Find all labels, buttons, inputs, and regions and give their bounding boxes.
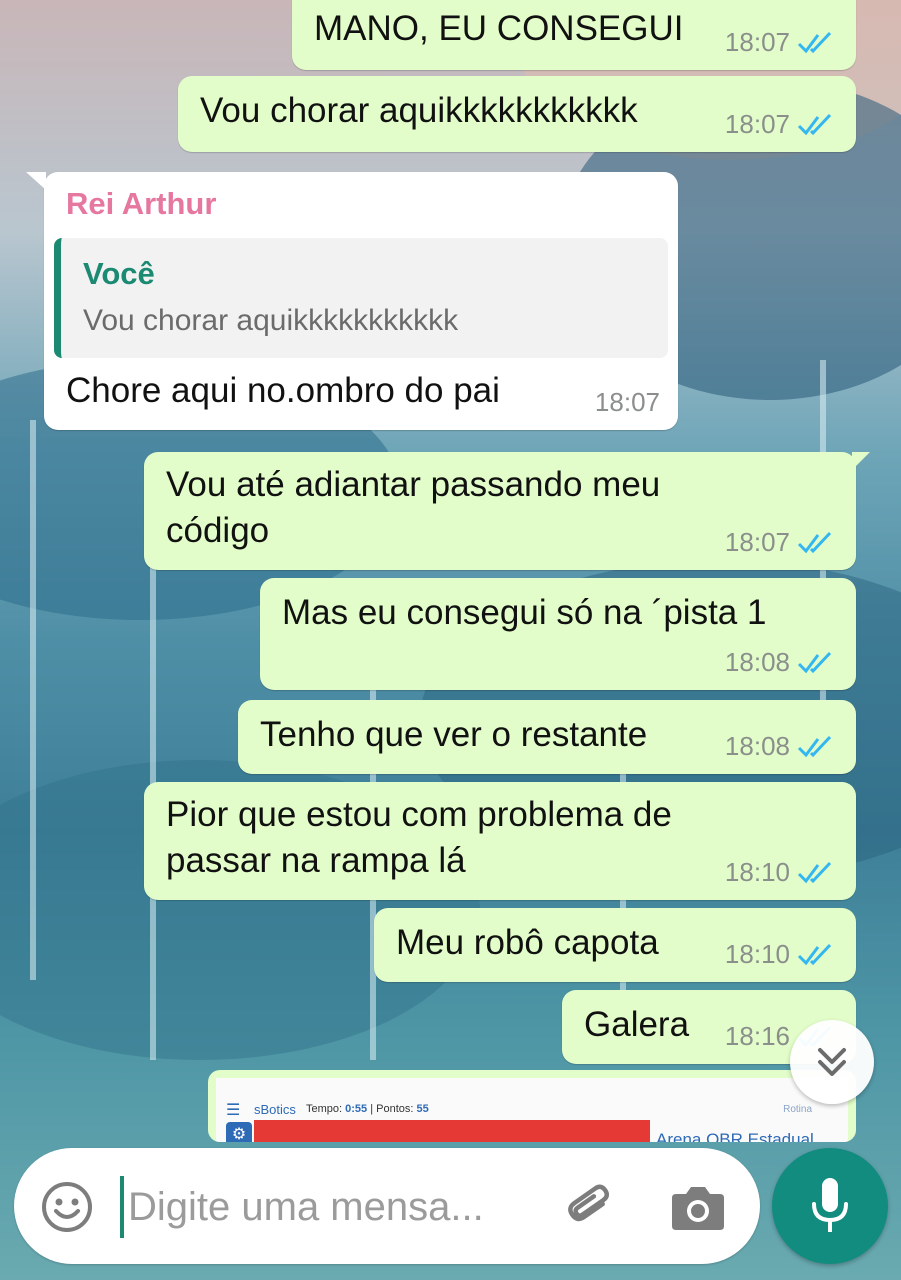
sender-name: Rei Arthur	[66, 186, 217, 221]
quoted-author: Você	[83, 256, 155, 291]
preview-rotina: Rotina	[783, 1104, 812, 1115]
text-cursor	[120, 1176, 124, 1238]
preview-app-name: sBotics	[254, 1102, 296, 1117]
double-check-icon	[797, 735, 832, 757]
message-input[interactable]	[128, 1176, 548, 1238]
double-check-icon	[797, 531, 832, 553]
incoming-message[interactable]: Rei Arthur Você Vou chorar aquikkkkkkkkk…	[26, 172, 678, 430]
message-text: MANO, EU CONSEGUI	[314, 9, 684, 48]
outgoing-message[interactable]: MANO, EU CONSEGUI 18:07	[292, 0, 856, 70]
message-text: Galera	[584, 1005, 690, 1044]
message-time: 18:10	[724, 939, 790, 969]
double-check-icon	[797, 31, 832, 53]
message-time: 18:07	[594, 387, 660, 417]
scroll-to-bottom-button[interactable]	[790, 1020, 874, 1104]
message-time: 18:10	[724, 857, 790, 887]
message-text: Tenho que ver o restante	[260, 715, 648, 754]
message-text: Vou chorar aquikkkkkkkkkkk	[200, 91, 638, 130]
outgoing-message[interactable]: Pior que estou com problema de passar na…	[144, 782, 856, 900]
chevron-double-down-icon	[818, 1048, 846, 1076]
outgoing-message[interactable]: Mas eu consegui só na ´pista 1 18:08	[260, 578, 856, 690]
message-text: Mas eu consegui só na ´pista 1	[282, 593, 767, 632]
preview-stage: Arena OBR Estadual	[656, 1130, 814, 1142]
message-text: Chore aqui no.ombro do pai	[66, 371, 500, 410]
outgoing-message[interactable]: Vou até adiantar passando meu código 18:…	[144, 452, 870, 570]
paperclip-icon[interactable]	[562, 1178, 620, 1236]
voice-record-button[interactable]	[772, 1148, 888, 1264]
outgoing-message[interactable]: Tenho que ver o restante 18:08	[238, 700, 856, 774]
message-text-line: código	[166, 511, 270, 550]
quoted-text: Vou chorar aquikkkkkkkkkkk	[83, 304, 459, 337]
message-time: 18:07	[724, 527, 790, 557]
message-time: 18:07	[724, 27, 790, 57]
screenshot-thumbnail: ☰ sBotics Tempo: 0:55 | Pontos: 55 Rotin…	[216, 1078, 848, 1142]
message-time: 18:08	[724, 647, 790, 677]
message-time: 18:08	[724, 731, 790, 761]
message-time: 18:07	[724, 109, 790, 139]
gear-icon: ⚙	[226, 1122, 252, 1142]
emoji-icon[interactable]	[40, 1180, 94, 1234]
preview-stats: Tempo: 0:55 | Pontos: 55	[306, 1103, 429, 1115]
message-text-line: Vou até adiantar passando meu	[166, 465, 661, 504]
outgoing-message[interactable]: Vou chorar aquikkkkkkkkkkk 18:07	[178, 76, 856, 152]
double-check-icon	[797, 861, 832, 883]
message-text-line: Pior que estou com problema de	[166, 795, 672, 834]
message-text-line: passar na rampa lá	[166, 841, 466, 880]
message-time: 18:16	[724, 1021, 790, 1051]
double-check-icon	[797, 651, 832, 673]
microphone-icon	[812, 1178, 848, 1232]
double-check-icon	[797, 113, 832, 135]
outgoing-message[interactable]: Meu robô capota 18:10	[374, 908, 856, 982]
menu-icon: ☰	[226, 1102, 241, 1119]
message-composer	[14, 1148, 760, 1264]
message-text: Meu robô capota	[396, 923, 659, 962]
quoted-message[interactable]: Você Vou chorar aquikkkkkkkkkkk	[54, 238, 668, 358]
double-check-icon	[797, 943, 832, 965]
preview-arena-view	[254, 1120, 650, 1142]
image-message[interactable]: ☰ sBotics Tempo: 0:55 | Pontos: 55 Rotin…	[208, 1070, 856, 1142]
camera-icon[interactable]	[670, 1182, 726, 1232]
